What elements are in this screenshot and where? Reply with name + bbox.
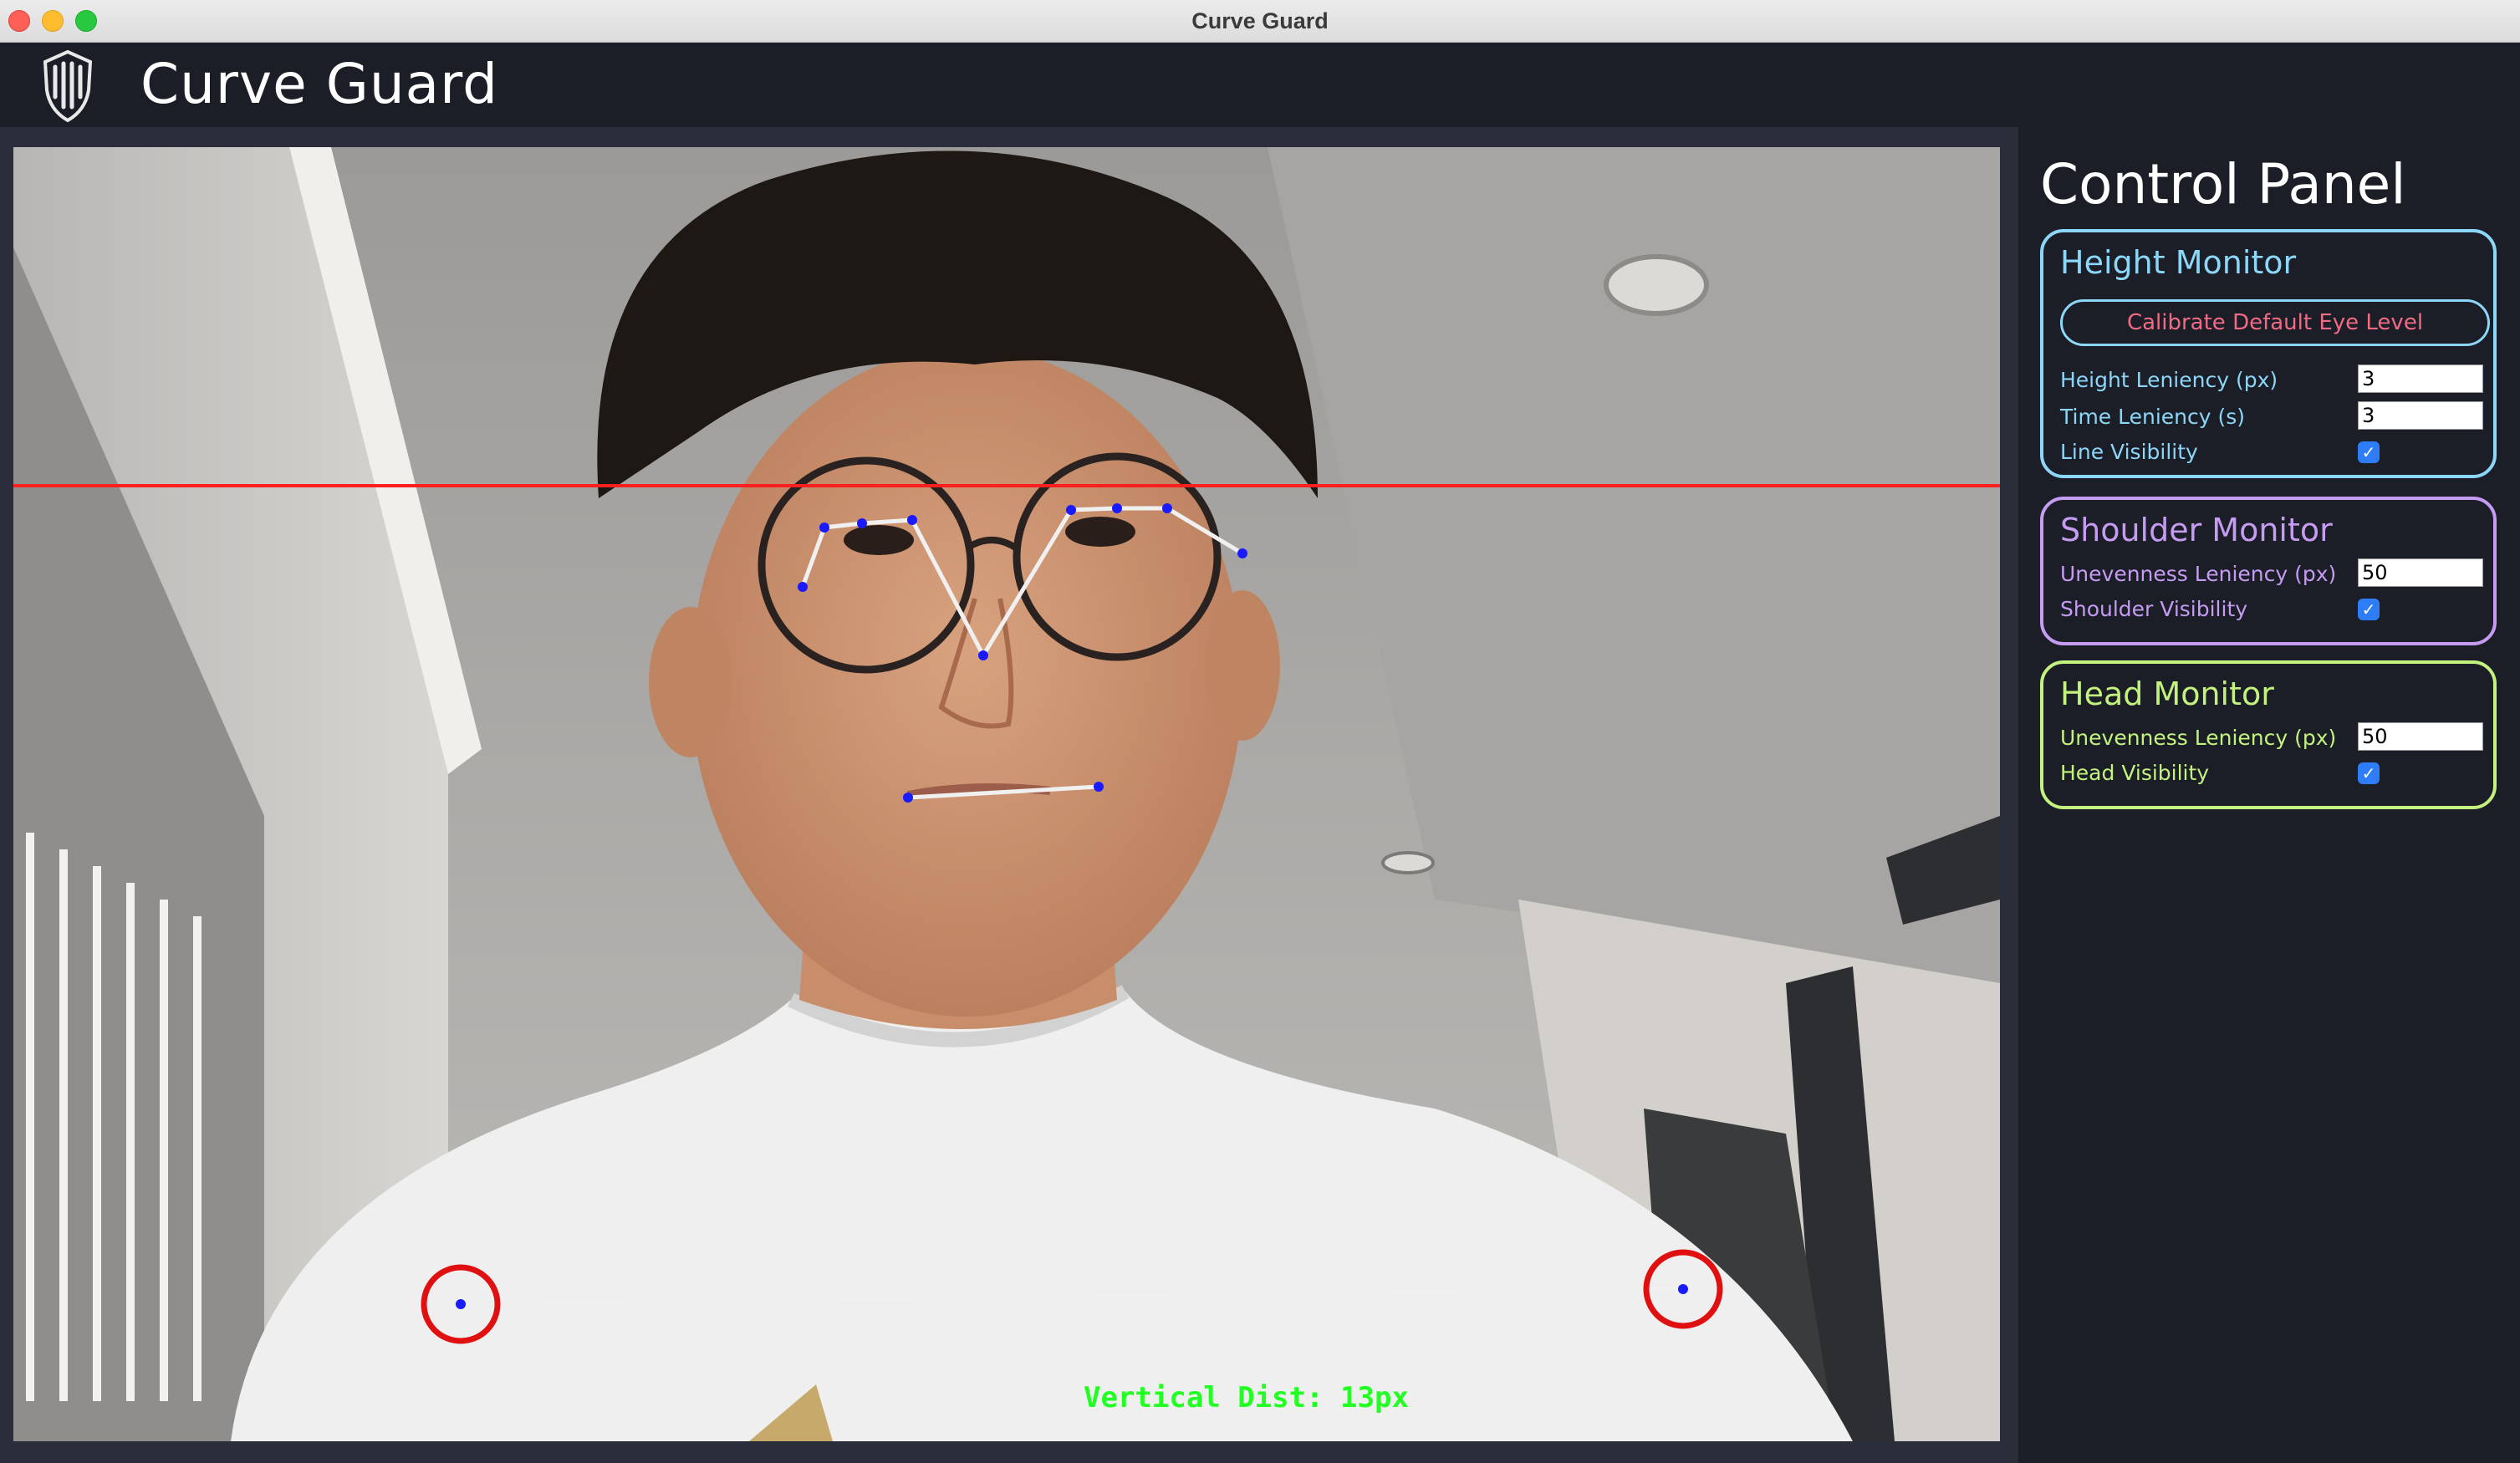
head-monitor-card: Head Monitor Unevenness Leniency (px) He… bbox=[2040, 660, 2497, 809]
control-panel-title: Control Panel bbox=[2040, 152, 2406, 217]
head-unevenness-row: Unevenness Leniency (px) bbox=[2060, 722, 2483, 752]
control-panel: Control Panel Height Monitor Calibrate D… bbox=[2018, 127, 2520, 1463]
shoulder-unevenness-label: Unevenness Leniency (px) bbox=[2060, 562, 2337, 586]
shoulder-visibility-label: Shoulder Visibility bbox=[2060, 597, 2248, 621]
time-leniency-input[interactable] bbox=[2358, 401, 2483, 430]
window-titlebar: Curve Guard bbox=[0, 0, 2520, 43]
height-leniency-row: Height Leniency (px) bbox=[2060, 364, 2483, 395]
vertical-distance-label: Vertical Dist: 13px bbox=[1084, 1381, 1409, 1415]
shoulder-monitor-card: Shoulder Monitor Unevenness Leniency (px… bbox=[2040, 497, 2497, 645]
line-visibility-checkbox[interactable]: ✓ bbox=[2358, 441, 2380, 463]
head-unevenness-label: Unevenness Leniency (px) bbox=[2060, 726, 2337, 750]
time-leniency-label: Time Leniency (s) bbox=[2060, 405, 2246, 429]
camera-feed: Vertical Dist: 13px bbox=[13, 147, 2000, 1441]
height-monitor-card: Height Monitor Calibrate Default Eye Lev… bbox=[2040, 229, 2497, 478]
line-visibility-label: Line Visibility bbox=[2060, 440, 2198, 464]
height-monitor-title: Height Monitor bbox=[2060, 244, 2297, 281]
head-visibility-row: Head Visibility ✓ bbox=[2060, 757, 2483, 788]
shoulder-unevenness-input[interactable] bbox=[2358, 558, 2483, 587]
line-visibility-row: Line Visibility ✓ bbox=[2060, 436, 2483, 466]
shoulder-monitor-title: Shoulder Monitor bbox=[2060, 512, 2333, 548]
camera-feed-container: Vertical Dist: 13px bbox=[0, 127, 2018, 1463]
shoulder-unevenness-row: Unevenness Leniency (px) bbox=[2060, 558, 2483, 589]
height-leniency-label: Height Leniency (px) bbox=[2060, 368, 2278, 392]
time-leniency-row: Time Leniency (s) bbox=[2060, 401, 2483, 431]
shoulder-visibility-row: Shoulder Visibility ✓ bbox=[2060, 594, 2483, 624]
height-leniency-input[interactable] bbox=[2358, 364, 2483, 393]
window-title: Curve Guard bbox=[1191, 8, 1329, 33]
head-monitor-title: Head Monitor bbox=[2060, 675, 2274, 712]
head-visibility-checkbox[interactable]: ✓ bbox=[2358, 762, 2380, 784]
shield-logo-icon bbox=[43, 49, 93, 123]
app-title: Curve Guard bbox=[140, 52, 498, 116]
head-visibility-label: Head Visibility bbox=[2060, 761, 2210, 785]
camera-feed-image bbox=[13, 147, 2000, 1441]
head-unevenness-input[interactable] bbox=[2358, 722, 2483, 751]
shoulder-visibility-checkbox[interactable]: ✓ bbox=[2358, 599, 2380, 620]
calibrate-eye-level-button[interactable]: Calibrate Default Eye Level bbox=[2060, 299, 2490, 346]
